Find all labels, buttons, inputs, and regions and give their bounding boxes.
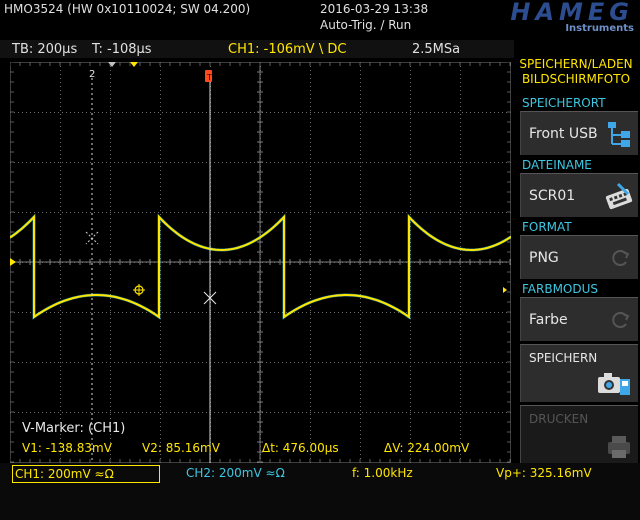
sample-rate-readout: 2.5MSa [412, 42, 461, 57]
date-time: 2016-03-29 13:38 [320, 2, 429, 16]
vmarker-delta-t: Δt: 476.00µs [262, 441, 339, 455]
print-button[interactable]: DRUCKEN [520, 405, 638, 463]
usb-tree-icon [608, 122, 630, 147]
trigger-marker-label: T [206, 73, 212, 82]
trigger-time-readout[interactable]: T: -108µs [92, 42, 152, 57]
frequency-readout: f: 1.00kHz [352, 466, 413, 480]
menu-title-line2: BILDSCHIRMFOTO [521, 72, 631, 86]
vmarker-v1: V1: -138.83mV [22, 441, 112, 455]
format-button[interactable]: PNG [520, 235, 638, 279]
menu-title-line1: SPEICHERN/LADEN [519, 57, 633, 71]
storage-location-value: Front USB [529, 126, 598, 142]
save-button[interactable]: SPEICHERN [520, 344, 638, 402]
timebase-readout[interactable]: TB: 200µs [12, 42, 77, 57]
cycle-arrow-icon [612, 250, 630, 266]
printer-icon [608, 436, 630, 458]
keyboard-edit-icon [605, 182, 633, 210]
vmarker-v2: V2: 85.16mV [142, 441, 220, 455]
trigger-settings-readout[interactable]: CH1: -106mV \ DC [228, 42, 346, 57]
ch1-setting[interactable]: CH1: 200mV ≈Ω [12, 465, 160, 483]
camera-save-icon [598, 373, 630, 395]
print-label: DRUCKEN [529, 412, 589, 426]
menu-label-speicherort: SPEICHERORT [522, 96, 606, 110]
color-mode-value: Farbe [529, 312, 568, 328]
device-model-info: HMO3524 (HW 0x10110024; SW 04.200) [4, 2, 251, 16]
color-mode-button[interactable]: Farbe [520, 297, 638, 341]
storage-location-button[interactable]: Front USB [520, 111, 638, 155]
waveform-display[interactable]: 2 T 1 [10, 62, 511, 463]
vpp-readout: Vp+: 325.16mV [496, 466, 592, 480]
save-label: SPEICHERN [529, 351, 598, 365]
hameg-logo: HAMEG Instruments [510, 0, 634, 34]
menu-label-farbmodus: FARBMODUS [522, 282, 599, 296]
marker-2-label: 2 [89, 69, 95, 80]
menu-label-dateiname: DATEINAME [522, 158, 592, 172]
trigger-run-status: Auto-Trig. / Run [320, 18, 412, 32]
ch2-setting[interactable]: CH2: 200mV ≈Ω [186, 466, 285, 480]
menu-label-format: FORMAT [522, 220, 572, 234]
filename-value: SCR01 [529, 188, 576, 204]
vmarker-delta-v: ΔV: 224.00mV [384, 441, 470, 455]
cycle-arrow-icon [612, 312, 630, 328]
filename-button[interactable]: SCR01 [520, 173, 638, 217]
format-value: PNG [529, 250, 559, 266]
vmarker-title: V-Marker: (CH1) [22, 421, 126, 436]
